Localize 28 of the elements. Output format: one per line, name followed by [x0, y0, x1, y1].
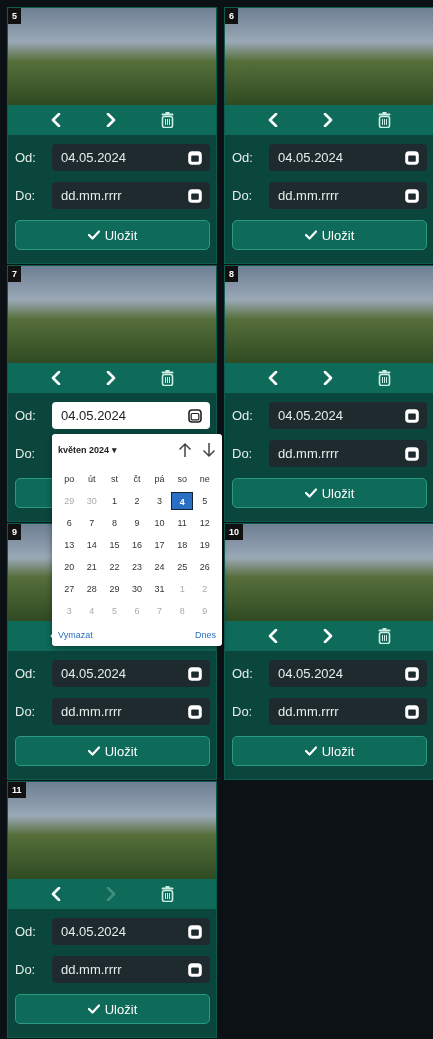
from-label: Od:: [15, 150, 37, 165]
weekday-label: čt: [132, 473, 142, 486]
weekday-label: út: [87, 473, 97, 486]
photo-number: 6: [225, 8, 238, 24]
photo-number: 5: [8, 8, 21, 24]
weekday-label: po: [63, 473, 76, 486]
photo-number: 11: [8, 782, 26, 798]
from-label: Od:: [15, 666, 37, 681]
photo-number: 8: [225, 266, 238, 282]
to-label: Do:: [232, 446, 254, 461]
from-label: Od:: [15, 924, 37, 939]
from-label: Od:: [15, 408, 37, 423]
to-label: Do:: [15, 446, 37, 461]
to-label: Do:: [15, 704, 37, 719]
from-label: Od:: [232, 408, 254, 423]
weekday-label: st: [109, 473, 119, 486]
to-label: Do:: [15, 962, 37, 977]
from-label: Od:: [232, 666, 254, 681]
to-label: Do:: [232, 188, 254, 203]
weekday-label: pá: [153, 473, 166, 486]
from-label: Od:: [232, 150, 254, 165]
photo-number: 9: [8, 524, 21, 540]
photo-number: 7: [8, 266, 21, 282]
photo-number: 10: [225, 524, 243, 540]
weekday-label: so: [176, 473, 188, 486]
weekday-label: ne: [198, 473, 211, 486]
to-label: Do:: [15, 188, 37, 203]
to-label: Do:: [232, 704, 254, 719]
